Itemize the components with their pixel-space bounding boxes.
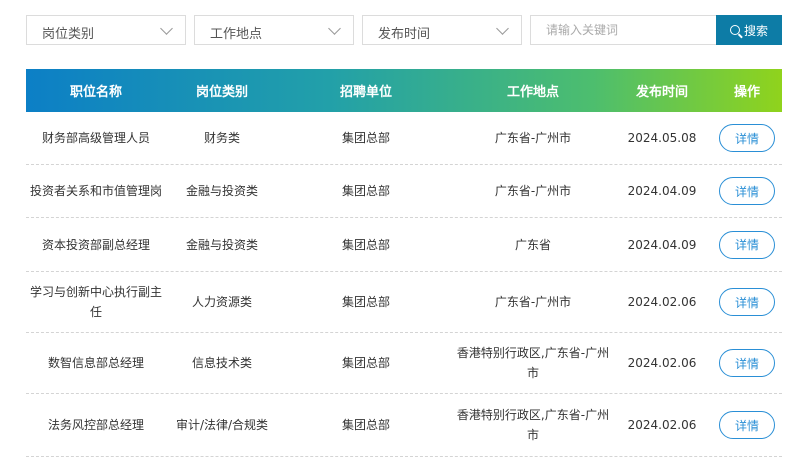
job-category: 人力资源类 bbox=[191, 295, 252, 309]
header-unit: 招聘单位 bbox=[339, 85, 392, 100]
job-location: 广东省 bbox=[514, 237, 551, 252]
job-name: 法务风控部总经理 bbox=[47, 418, 144, 432]
table-row: 学习与创新中心执行副主任 人力资源类 集团总部 广东省-广州市 2024.02.… bbox=[26, 272, 782, 333]
category-select-label: 岗位类别 bbox=[42, 27, 95, 42]
table-row: 投资者关系和市值管理岗 金融与投资类 集团总部 广东省-广州市 2024.04.… bbox=[26, 165, 782, 218]
job-name: 财务部高级管理人员 bbox=[41, 131, 150, 145]
job-date: 2024.02.06 bbox=[627, 356, 697, 370]
table-row: 数智信息部总经理 信息技术类 集团总部 香港特别行政区,广东省-广州市 2024… bbox=[26, 333, 782, 394]
job-category: 审计/法律/合规类 bbox=[175, 418, 269, 432]
search-icon bbox=[729, 25, 740, 35]
header-job-name: 职位名称 bbox=[69, 85, 122, 100]
job-category: 财务类 bbox=[203, 131, 240, 145]
job-unit: 集团总部 bbox=[341, 131, 390, 145]
job-table: 职位名称 岗位类别 招聘单位 工作地点 发布时间 操作 财务部高级管理人员 财务… bbox=[26, 69, 782, 457]
detail-button[interactable]: 详情 bbox=[719, 349, 775, 377]
search-button[interactable]: 搜索 bbox=[716, 15, 782, 45]
job-date: 2024.02.06 bbox=[627, 418, 697, 432]
detail-button[interactable]: 详情 bbox=[719, 177, 775, 205]
location-select[interactable]: 工作地点 bbox=[194, 15, 354, 45]
category-select[interactable]: 岗位类别 bbox=[26, 15, 186, 45]
job-name: 学习与创新中心执行副主任 bbox=[29, 285, 162, 319]
header-date: 发布时间 bbox=[635, 85, 688, 100]
detail-button[interactable]: 详情 bbox=[719, 411, 775, 439]
time-select[interactable]: 发布时间 bbox=[362, 15, 522, 45]
filter-bar: 岗位类别 工作地点 发布时间 搜索 bbox=[26, 15, 782, 47]
job-location: 香港特别行政区,广东省-广州市 bbox=[456, 346, 610, 380]
table-header: 职位名称 岗位类别 招聘单位 工作地点 发布时间 操作 bbox=[26, 69, 782, 112]
table-body: 财务部高级管理人员 财务类 集团总部 广东省-广州市 2024.05.08 详情… bbox=[26, 112, 782, 457]
detail-button[interactable]: 详情 bbox=[719, 288, 775, 316]
header-location: 工作地点 bbox=[506, 85, 559, 100]
job-date: 2024.04.09 bbox=[627, 184, 697, 198]
action-cell: 详情 bbox=[712, 272, 782, 332]
job-unit: 集团总部 bbox=[341, 418, 390, 432]
job-date: 2024.05.08 bbox=[627, 131, 697, 145]
job-name: 投资者关系和市值管理岗 bbox=[29, 184, 162, 198]
job-category: 金融与投资类 bbox=[185, 237, 258, 252]
job-location: 香港特别行政区,广东省-广州市 bbox=[456, 408, 610, 442]
job-location: 广东省-广州市 bbox=[494, 184, 572, 198]
search-input[interactable] bbox=[530, 15, 716, 45]
chevron-down-icon bbox=[496, 22, 509, 35]
job-date: 2024.02.06 bbox=[627, 295, 697, 309]
table-row: 资本投资部副总经理 金融与投资类 集团总部 广东省 2024.04.09 详情 bbox=[26, 218, 782, 272]
action-cell: 详情 bbox=[712, 394, 782, 456]
detail-button[interactable]: 详情 bbox=[719, 230, 775, 259]
location-select-label: 工作地点 bbox=[210, 27, 263, 42]
job-unit: 集团总部 bbox=[341, 237, 390, 252]
action-cell: 详情 bbox=[712, 165, 782, 217]
time-select-label: 发布时间 bbox=[378, 27, 431, 42]
job-location: 广东省-广州市 bbox=[494, 295, 572, 309]
action-cell: 详情 bbox=[712, 112, 782, 164]
chevron-down-icon bbox=[160, 22, 173, 35]
detail-button[interactable]: 详情 bbox=[719, 124, 775, 152]
job-unit: 集团总部 bbox=[341, 295, 390, 309]
header-action: 操作 bbox=[733, 85, 760, 100]
table-row: 财务部高级管理人员 财务类 集团总部 广东省-广州市 2024.05.08 详情 bbox=[26, 112, 782, 165]
table-row: 法务风控部总经理 审计/法律/合规类 集团总部 香港特别行政区,广东省-广州市 … bbox=[26, 394, 782, 457]
action-cell: 详情 bbox=[712, 218, 782, 271]
job-location: 广东省-广州市 bbox=[494, 131, 572, 145]
job-unit: 集团总部 bbox=[341, 184, 390, 198]
chevron-down-icon bbox=[328, 22, 341, 35]
header-category: 岗位类别 bbox=[195, 85, 248, 100]
job-name: 资本投资部副总经理 bbox=[41, 237, 150, 252]
job-category: 金融与投资类 bbox=[185, 184, 258, 198]
action-cell: 详情 bbox=[712, 333, 782, 393]
job-date: 2024.04.09 bbox=[627, 237, 697, 252]
search-button-label: 搜索 bbox=[743, 23, 768, 38]
job-category: 信息技术类 bbox=[191, 356, 252, 370]
job-unit: 集团总部 bbox=[341, 356, 390, 370]
job-name: 数智信息部总经理 bbox=[47, 356, 144, 370]
